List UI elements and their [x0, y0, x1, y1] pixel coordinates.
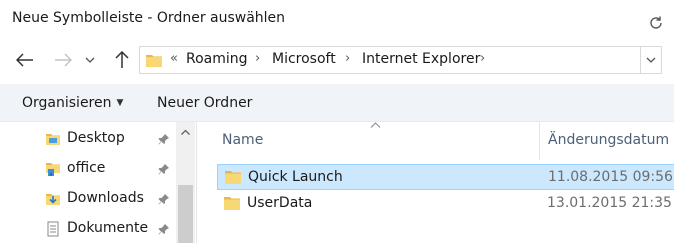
file-modified-date: 13.01.2015 21:35	[547, 195, 672, 211]
file-modified-date: 11.08.2015 09:56	[548, 169, 673, 185]
list-item[interactable]: UserData 13.01.2015 21:35	[217, 191, 674, 217]
caret-down-icon: ▼	[116, 98, 124, 108]
column-header-name[interactable]: Name	[222, 132, 263, 148]
breadcrumb-separator[interactable]: ›	[345, 51, 350, 66]
navigation-pane: Desktop office Downloads Dokumente	[0, 122, 196, 243]
breadcrumb-roaming[interactable]: Roaming	[186, 51, 248, 67]
file-list: Name Änderungsdatum Quick Launch 11.08.2…	[197, 122, 674, 243]
sidebar-item-desktop[interactable]: Desktop	[0, 124, 176, 154]
breadcrumb-overflow[interactable]: «	[170, 51, 178, 66]
title-bar: Neue Symbolleiste - Ordner auswählen	[0, 0, 674, 38]
folder-icon	[224, 197, 240, 210]
sidebar-item-documents[interactable]: Dokumente	[0, 214, 176, 243]
command-bar: Organisieren ▼ Neuer Ordner	[0, 84, 674, 122]
arrow-up-icon	[115, 51, 129, 68]
column-divider[interactable]	[539, 122, 540, 160]
sidebar-item-downloads[interactable]: Downloads	[0, 184, 176, 214]
pin-icon[interactable]	[158, 193, 170, 205]
new-folder-button[interactable]: Neuer Ordner	[157, 95, 252, 111]
sort-ascending-icon	[370, 122, 381, 128]
column-header-modified[interactable]: Änderungsdatum	[548, 132, 669, 148]
sidebar-item-label: office	[67, 160, 106, 176]
breadcrumb-separator[interactable]: ›	[255, 51, 260, 66]
organize-label: Organisieren	[22, 95, 112, 111]
downloads-folder-icon	[46, 194, 60, 205]
file-name: UserData	[247, 195, 313, 211]
sidebar-item-label: Desktop	[67, 130, 125, 146]
network-folder-icon	[46, 163, 60, 176]
up-button[interactable]	[109, 48, 135, 72]
folder-icon	[225, 171, 241, 184]
recent-locations-button[interactable]	[80, 48, 100, 72]
back-button[interactable]	[12, 48, 38, 72]
refresh-icon	[650, 16, 662, 29]
sidebar-scrollbar[interactable]	[176, 122, 195, 243]
sidebar-item-label: Downloads	[67, 190, 144, 206]
file-name: Quick Launch	[248, 169, 343, 185]
arrow-right-icon	[55, 53, 72, 67]
desktop-folder-icon	[46, 134, 60, 145]
pin-icon[interactable]	[158, 163, 170, 175]
sidebar-item-office[interactable]: office	[0, 154, 176, 184]
address-history-button[interactable]	[641, 46, 662, 74]
list-item[interactable]: Quick Launch 11.08.2015 09:56	[217, 164, 674, 190]
documents-folder-icon	[47, 221, 59, 237]
chevron-down-icon	[85, 57, 95, 63]
chevron-down-icon	[646, 57, 656, 63]
scroll-up-arrow-icon[interactable]	[181, 129, 190, 135]
pin-icon[interactable]	[158, 133, 170, 145]
window-title: Neue Symbolleiste - Ordner auswählen	[12, 10, 286, 26]
breadcrumb-microsoft[interactable]: Microsoft	[272, 51, 336, 67]
new-folder-label: Neuer Ordner	[157, 95, 253, 111]
address-bar[interactable]: « Roaming › Microsoft › Internet Explore…	[139, 46, 641, 74]
refresh-button[interactable]	[645, 13, 667, 33]
breadcrumb-internet-explorer[interactable]: Internet Explorer	[362, 51, 480, 67]
sidebar-item-label: Dokumente	[67, 220, 149, 236]
forward-button[interactable]	[50, 48, 76, 72]
arrow-left-icon	[16, 53, 33, 67]
pin-icon[interactable]	[158, 223, 170, 235]
scrollbar-thumb[interactable]	[178, 185, 193, 243]
navigation-bar: « Roaming › Microsoft › Internet Explore…	[0, 38, 674, 84]
folder-icon	[146, 55, 162, 67]
organize-button[interactable]: Organisieren ▼	[22, 95, 123, 111]
breadcrumb-separator[interactable]: ›	[480, 51, 485, 66]
